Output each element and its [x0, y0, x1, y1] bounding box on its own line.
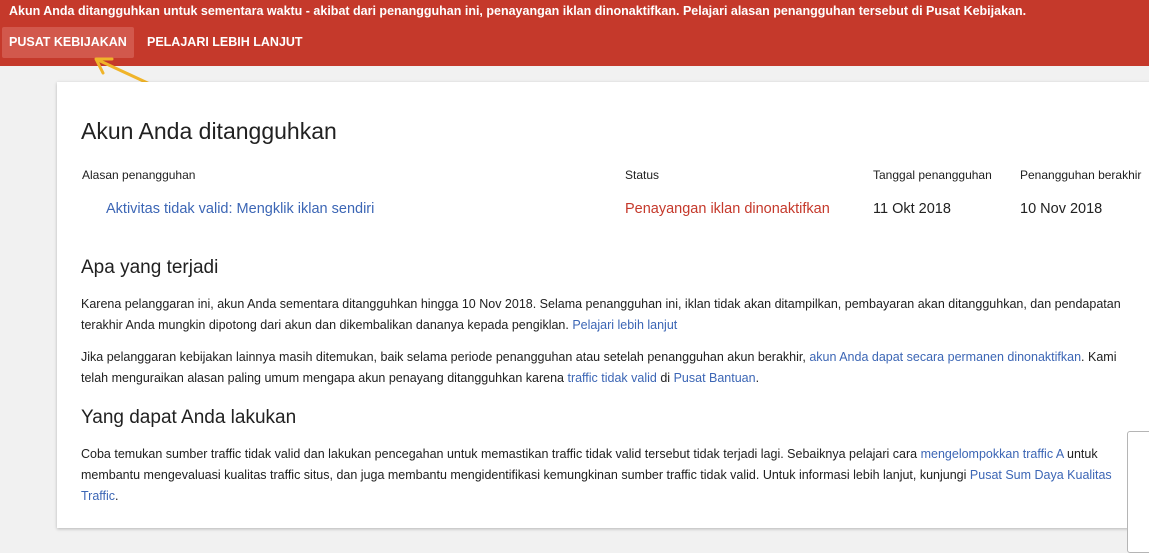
learn-more-button[interactable]: PELAJARI LEBIH LANJUT [140, 27, 310, 58]
learn-more-link[interactable]: Pelajari lebih lanjut [572, 318, 677, 332]
paragraph-text: Coba temukan sumber traffic tidak valid … [81, 447, 918, 461]
suspension-card: Akun Anda ditangguhkan Alasan penangguha… [57, 82, 1149, 528]
suspension-start-date: 11 Okt 2018 [873, 201, 951, 217]
page-title: Akun Anda ditangguhkan [81, 118, 337, 144]
paragraph-text: . [755, 371, 760, 385]
banner-message: Akun Anda ditangguhkan untuk sementara w… [9, 4, 1027, 18]
paragraph-text: di [660, 371, 671, 385]
what-you-can-do-paragraph: Coba temukan sumber traffic tidak valid … [81, 444, 1141, 507]
column-header-start-date: Tanggal penangguhan [873, 168, 992, 182]
status-value: Penayangan iklan dinonaktifkan [625, 201, 830, 217]
invalid-traffic-link[interactable]: traffic tidak valid [567, 371, 656, 385]
paragraph-text: Jika pelanggaran kebijakan lainnya masih… [81, 350, 806, 364]
permanent-disable-link[interactable]: akun Anda dapat secara permanen dinonakt… [809, 350, 1081, 364]
what-happened-paragraph-1: Karena pelanggaran ini, akun Anda sement… [81, 294, 1141, 336]
suspension-end-date: 10 Nov 2018 [1020, 201, 1103, 217]
help-center-link[interactable]: Pusat Bantuan [674, 371, 756, 385]
suspension-reason-link[interactable]: Aktivitas tidak valid: Mengklik iklan se… [106, 201, 374, 217]
column-header-end-date: Penangguhan berakhir [1020, 168, 1142, 182]
what-you-can-do-heading: Yang dapat Anda lakukan [81, 407, 297, 428]
column-header-reason: Alasan penangguhan [82, 168, 196, 182]
paragraph-text: . [115, 489, 119, 503]
channel-grouping-link[interactable]: mengelompokkan traffic A [921, 447, 1064, 461]
what-happened-heading: Apa yang terjadi [81, 257, 219, 278]
what-happened-paragraph-2: Jika pelanggaran kebijakan lainnya masih… [81, 347, 1141, 389]
policy-center-button[interactable]: PUSAT KEBIJAKAN [2, 27, 134, 58]
side-panel-edge [1127, 431, 1149, 553]
column-header-status: Status [625, 168, 660, 182]
